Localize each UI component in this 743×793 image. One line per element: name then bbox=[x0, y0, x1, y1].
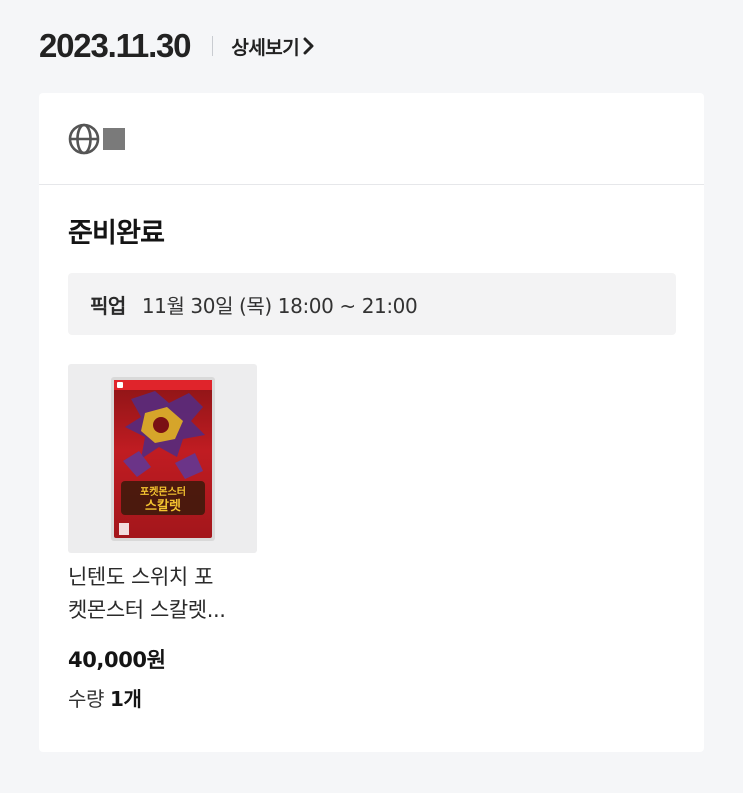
product-quantity: 수량 1개 bbox=[68, 683, 142, 712]
cover-title-line2: 스칼렛 bbox=[145, 498, 181, 514]
order-status-title: 준비완료 bbox=[68, 218, 165, 249]
view-details-link[interactable]: 상세보기 bbox=[231, 33, 315, 60]
divider bbox=[212, 36, 214, 56]
quantity-label: 수량 bbox=[68, 687, 104, 711]
store-logo bbox=[67, 122, 125, 156]
chevron-right-icon bbox=[303, 37, 314, 55]
cover-title-line1: 포켓몬스터 bbox=[140, 485, 186, 498]
product-thumbnail[interactable]: 포켓몬스터 스칼렛 bbox=[68, 364, 257, 553]
product-price: 40,000원 bbox=[68, 648, 166, 672]
product-name-line2: 켓몬스터 스칼렛... bbox=[68, 598, 226, 622]
logo-square bbox=[103, 127, 125, 150]
order-date: 2023.11.30 bbox=[39, 27, 192, 64]
order-date-row: 2023.11.30 상세보기 bbox=[39, 26, 315, 66]
pickup-info-box: 픽업 11월 30일 (목) 18:00 ~ 21:00 bbox=[68, 273, 676, 335]
card-header bbox=[39, 93, 704, 185]
order-card: 준비완료 픽업 11월 30일 (목) 18:00 ~ 21:00 포켓몬스터 … bbox=[39, 93, 704, 752]
product-name-line1: 닌텐도 스위치 포 bbox=[68, 565, 213, 589]
view-details-label: 상세보기 bbox=[231, 36, 300, 59]
pickup-time: 11월 30일 (목) 18:00 ~ 21:00 bbox=[141, 293, 418, 318]
pickup-label: 픽업 bbox=[90, 293, 126, 318]
quantity-value: 1개 bbox=[110, 687, 142, 711]
product-name[interactable]: 닌텐도 스위치 포 켓몬스터 스칼렛... bbox=[68, 561, 268, 627]
game-box-cover-icon: 포켓몬스터 스칼렛 bbox=[110, 376, 215, 541]
globe-icon bbox=[68, 123, 100, 154]
